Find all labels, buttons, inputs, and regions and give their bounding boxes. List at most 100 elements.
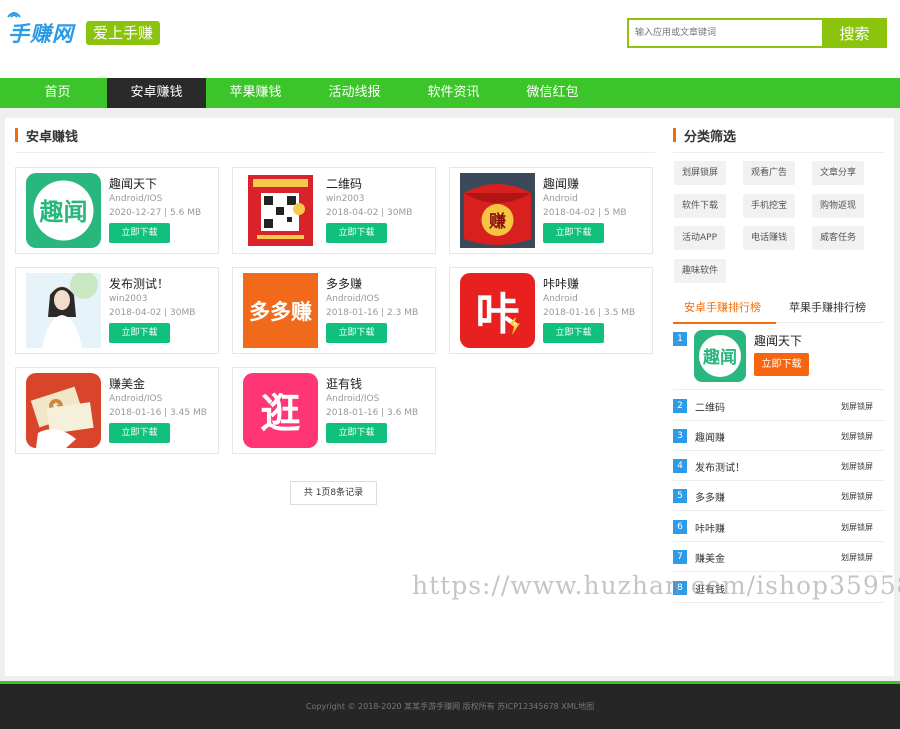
app-name[interactable]: 趣闻赚	[543, 175, 579, 192]
logo-text: 手赚网	[8, 22, 74, 46]
filter-tag[interactable]: 活动APP	[674, 226, 726, 250]
svg-text:趣闻: 趣闻	[39, 198, 88, 226]
pagination[interactable]: 共 1页8条记录	[290, 481, 377, 505]
rank-name[interactable]: 二维码	[695, 399, 725, 414]
rank-top-name[interactable]: 趣闻天下	[754, 332, 802, 349]
rank-item[interactable]: 5 多多赚 划屏锁屏	[673, 481, 885, 511]
red-envelope-zhuan-icon[interactable]: 赚	[460, 173, 535, 248]
nav-item-home[interactable]: 首页	[8, 78, 107, 108]
nav-item-apple[interactable]: 苹果赚钱	[206, 78, 305, 108]
search-bar: 搜索	[627, 18, 887, 48]
app-platform: win2003	[326, 194, 365, 204]
search-input[interactable]	[627, 18, 822, 48]
filter-tag[interactable]: 购物返现	[812, 194, 865, 218]
download-button[interactable]: 立即下载	[326, 323, 387, 343]
app-card[interactable]: 赚 趣闻赚 Android 2018-04-02 | 5 MB 立即下载	[449, 167, 653, 254]
rank-item[interactable]: 2 二维码 划屏锁屏	[673, 391, 885, 421]
app-card[interactable]: 逛 逛有钱 Android/IOS 2018-01-16 | 3.6 MB 立即…	[232, 367, 436, 454]
money-icon[interactable]: $	[26, 373, 101, 448]
rank-category: 划屏锁屏	[841, 492, 873, 501]
rank-item[interactable]: 3 趣闻赚 划屏锁屏	[673, 421, 885, 451]
quwen-icon[interactable]: 趣闻	[694, 330, 746, 382]
main-nav: 首页 安卓赚钱 苹果赚钱 活动线报 软件资讯 微信红包	[0, 78, 900, 108]
app-meta: 2018-04-02 | 30MB	[109, 308, 196, 318]
logo-badge: 爱上手赚	[86, 21, 161, 45]
rank-number: 4	[673, 459, 687, 473]
rank-name[interactable]: 发布测试！	[695, 459, 745, 474]
app-name[interactable]: 咔咔赚	[543, 275, 579, 292]
app-name[interactable]: 赚美金	[109, 375, 145, 392]
footer-copyright: Copyright © 2018-2020 某某手游手赚网 版权所有 苏ICP1…	[305, 702, 595, 711]
app-card[interactable]: 趣闻 趣闻天下 Android/IOS 2020-12-27 | 5.6 MB …	[15, 167, 219, 254]
app-name[interactable]: 二维码	[326, 175, 362, 192]
guang-icon[interactable]: 逛	[243, 373, 318, 448]
app-meta: 2018-01-16 | 3.6 MB	[326, 408, 419, 418]
nav-item-wechat[interactable]: 微信红包	[503, 78, 602, 108]
app-platform: win2003	[109, 294, 148, 304]
rank-category: 划屏锁屏	[841, 462, 873, 471]
filter-tag[interactable]: 电话赚钱	[743, 226, 796, 250]
duoduozhuan-icon[interactable]: 多多赚	[243, 273, 318, 348]
filter-tag[interactable]: 文章分享	[812, 161, 865, 185]
rank-number: 7	[673, 550, 687, 564]
app-card[interactable]: 二维码 win2003 2018-04-02 | 30MB 立即下载	[232, 167, 436, 254]
watermark-text: https://www.huzhan.com/ishop35958	[412, 571, 900, 600]
quwen-icon[interactable]: 趣闻	[26, 173, 101, 248]
download-button[interactable]: 立即下载	[109, 423, 170, 443]
app-card[interactable]: 多多赚 多多赚 Android/IOS 2018-01-16 | 2.3 MB …	[232, 267, 436, 354]
nav-item-news[interactable]: 软件资讯	[404, 78, 503, 108]
app-meta: 2018-04-02 | 30MB	[326, 208, 413, 218]
app-meta: 2018-01-16 | 2.3 MB	[326, 308, 419, 318]
svg-text:赚: 赚	[488, 211, 506, 232]
rank-item[interactable]: 7 赚美金 划屏锁屏	[673, 542, 885, 572]
svg-text:趣闻: 趣闻	[702, 347, 737, 368]
ranking-tabs: 安卓手赚排行榜 苹果手赚排行榜	[673, 292, 885, 324]
app-name[interactable]: 逛有钱	[326, 375, 362, 392]
qrcode-redpacket-icon[interactable]	[243, 173, 318, 248]
app-meta: 2018-04-02 | 5 MB	[543, 208, 627, 218]
filter-tag[interactable]: 观看广告	[743, 161, 796, 185]
nav-item-android[interactable]: 安卓赚钱	[107, 78, 206, 108]
section-accent-bar	[15, 128, 18, 142]
rank-name[interactable]: 趣闻赚	[695, 429, 725, 444]
app-card[interactable]: 咔 咔咔赚 Android 2018-01-16 | 3.5 MB 立即下载	[449, 267, 653, 354]
rank-name[interactable]: 赚美金	[695, 550, 725, 565]
app-meta: 2020-12-27 | 5.6 MB	[109, 208, 202, 218]
app-name[interactable]: 多多赚	[326, 275, 362, 292]
app-platform: Android	[543, 294, 578, 304]
filter-tag[interactable]: 手机挖宝	[743, 194, 796, 218]
rank-item[interactable]: 6 咔咔赚 划屏锁屏	[673, 512, 885, 542]
download-button[interactable]: 立即下载	[326, 423, 387, 443]
kaka-icon[interactable]: 咔	[460, 273, 535, 348]
app-name[interactable]: 趣闻天下	[109, 175, 157, 192]
rank-download-button[interactable]: 立即下载	[754, 353, 809, 376]
app-card[interactable]: 发布测试！ win2003 2018-04-02 | 30MB 立即下载	[15, 267, 219, 354]
search-button[interactable]: 搜索	[822, 18, 887, 48]
site-logo[interactable]: 手赚网 爱上手赚	[7, 12, 161, 48]
filter-tag[interactable]: 威客任务	[812, 226, 865, 250]
rank-number: 3	[673, 429, 687, 443]
nav-item-activity[interactable]: 活动线报	[305, 78, 404, 108]
tab-apple-ranking[interactable]: 苹果手赚排行榜	[789, 299, 866, 315]
download-button[interactable]: 立即下载	[109, 323, 170, 343]
girl-photo-icon[interactable]	[26, 273, 101, 348]
filter-tag[interactable]: 软件下载	[674, 194, 727, 218]
filter-title: 分类筛选	[684, 130, 737, 145]
section-header: 安卓赚钱	[15, 117, 655, 153]
rank-category: 划屏锁屏	[841, 402, 873, 411]
download-button[interactable]: 立即下载	[109, 223, 170, 243]
app-platform: Android/IOS	[326, 294, 380, 304]
app-card[interactable]: $ 赚美金 Android/IOS 2018-01-16 | 3.45 MB 立…	[15, 367, 219, 454]
rank-name[interactable]: 咔咔赚	[695, 520, 725, 535]
rank-name[interactable]: 多多赚	[695, 489, 725, 504]
download-button[interactable]: 立即下载	[543, 323, 604, 343]
download-button[interactable]: 立即下载	[543, 223, 604, 243]
app-name[interactable]: 发布测试！	[109, 275, 169, 292]
rank-item[interactable]: 4 发布测试！ 划屏锁屏	[673, 451, 885, 481]
tab-android-ranking[interactable]: 安卓手赚排行榜	[673, 299, 776, 324]
filter-header: 分类筛选	[673, 117, 885, 153]
filter-tag[interactable]: 趣味软件	[674, 259, 727, 283]
rank-item-top[interactable]: 1 趣闻 趣闻天下 立即下载	[673, 326, 885, 390]
filter-tag[interactable]: 划屏锁屏	[674, 161, 727, 185]
download-button[interactable]: 立即下载	[326, 223, 387, 243]
